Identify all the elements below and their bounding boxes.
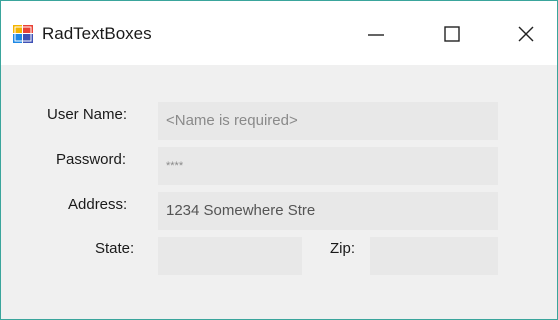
password-input[interactable]: ****	[158, 147, 498, 185]
app-icon	[13, 25, 33, 43]
app-window: RadTextBoxes User Name: <Name is require…	[0, 0, 558, 320]
close-button[interactable]	[503, 11, 549, 57]
window-title: RadTextBoxes	[42, 24, 152, 43]
zip-input[interactable]	[370, 237, 498, 275]
title-bar[interactable]: RadTextBoxes	[1, 1, 557, 65]
password-label: Password:	[56, 151, 127, 168]
zip-label: Zip:	[330, 240, 356, 257]
maximize-icon	[444, 26, 460, 42]
maximize-button[interactable]	[429, 11, 475, 57]
address-input[interactable]: 1234 Somewhere Stre	[158, 192, 498, 230]
minimize-icon	[368, 34, 384, 36]
close-icon	[518, 26, 534, 42]
address-label: Address:	[68, 196, 128, 213]
minimize-button[interactable]	[353, 11, 399, 57]
user-name-input[interactable]: <Name is required>	[158, 102, 498, 140]
user-name-label: User Name:	[47, 106, 128, 123]
state-input[interactable]	[158, 237, 302, 275]
form-area: User Name: <Name is required> Password: …	[1, 65, 557, 319]
state-label: State:	[95, 240, 135, 257]
